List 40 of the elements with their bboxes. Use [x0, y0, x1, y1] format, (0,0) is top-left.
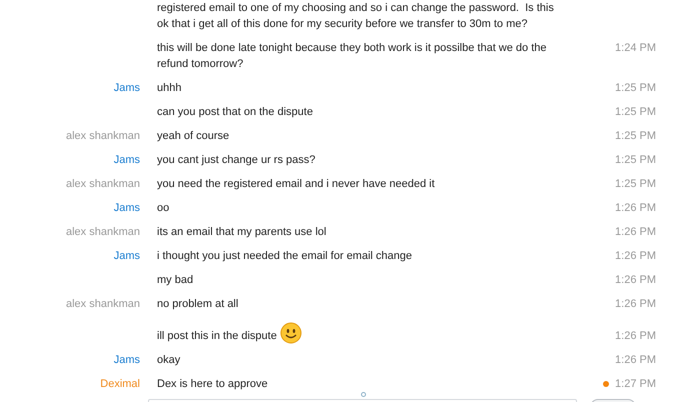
message-time: 1:25 PM [615, 105, 656, 120]
message-text: okay [157, 353, 180, 368]
message-time: 1:26 PM [615, 273, 656, 288]
message-text: uhhh [157, 81, 182, 96]
message-time: 1:26 PM [615, 297, 656, 312]
message-text: its an email that my parents use lol [157, 225, 326, 240]
message-time: 1:26 PM [615, 329, 656, 344]
sender-name: Deximal [100, 378, 140, 390]
message-text: Dex is here to approve [157, 377, 268, 392]
message-text: you cant just change ur rs pass? [157, 153, 316, 168]
message-text: ill post this in the dispute [157, 329, 277, 344]
message-time: 1:25 PM [615, 153, 656, 168]
message-text: yeah of course [157, 129, 230, 144]
message-text: oo [157, 201, 170, 216]
message-text: can you post that on the dispute [157, 105, 313, 120]
message-time: 1:27 PM [615, 377, 656, 392]
sender-name: alex shankman [66, 226, 140, 238]
sender-name: Jams [114, 250, 140, 262]
message-time: 1:26 PM [615, 225, 656, 240]
sender-name: alex shankman [66, 130, 140, 142]
message-time: 1:26 PM [615, 201, 656, 216]
message-text: no problem at all [157, 297, 238, 312]
sender-name: Jams [114, 154, 140, 166]
message-time: 1:26 PM [615, 353, 656, 368]
message-text: this will be done late tonight because they both work is it possilbe that we do the refund tomorrow? [157, 41, 548, 72]
sender-name: Jams [114, 202, 140, 214]
sender-name: Jams [114, 82, 140, 94]
message-text: my bad [157, 273, 194, 288]
message-text: you need the registered email and i never have needed it [157, 177, 435, 192]
message-time: 1:25 PM [615, 177, 656, 192]
message-text: registered email to one of my choosing and so i can change the password. Is this ok that i get all of this done for my security before we transfer to 30m to me? [157, 1, 555, 32]
message-time: 1:25 PM [615, 129, 656, 144]
sender-name: alex shankman [66, 178, 140, 190]
message-time: 1:24 PM [615, 41, 656, 56]
sender-name: Jams [114, 354, 140, 366]
splitter-handle[interactable] [361, 392, 366, 397]
message-time: 1:25 PM [615, 81, 656, 96]
message-time: 1:26 PM [615, 249, 656, 264]
message-text: i thought you just needed the email for email change [157, 249, 412, 264]
sender-name: alex shankman [66, 298, 140, 310]
